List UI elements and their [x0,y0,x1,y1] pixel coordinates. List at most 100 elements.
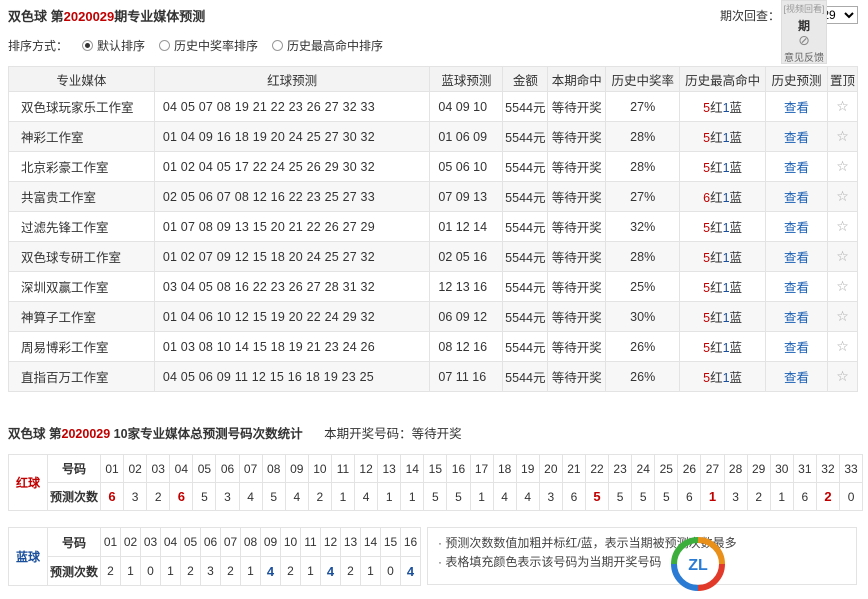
best-red-label: 红 [710,101,723,115]
media-name: 神算子工作室 [8,301,155,332]
star-icon[interactable]: ☆ [836,368,849,384]
ball-count: 1 [300,556,321,586]
history-cell: 查看 [765,331,828,362]
blue-prediction: 01 06 09 [429,121,504,152]
red-prediction: 01 03 08 10 14 15 18 19 21 23 24 26 [153,331,431,362]
sort-rate-radio[interactable]: 历史中奖率排序 [159,37,258,54]
star-icon[interactable]: ☆ [836,98,849,114]
view-history-link[interactable]: 查看 [784,281,809,295]
best-blue-label: 蓝 [729,161,743,175]
ball-number: 02 [123,454,148,483]
history-cell: 查看 [765,121,828,152]
ball-count: 5 [584,482,610,511]
star-icon[interactable]: ☆ [836,278,849,294]
ball-number: 16 [400,527,421,557]
ball-number: 09 [284,454,309,483]
history-rate: 26% [605,331,681,362]
stats-prefix: 第 [49,427,62,441]
stats-draw-label: 本期开奖号码：等待开奖 [324,427,462,441]
pin-cell: ☆ [826,121,859,152]
ball-number: 03 [146,454,171,483]
view-history-link[interactable]: 查看 [784,251,809,265]
ball-count: 6 [561,482,586,511]
table-row: 共富贵工作室 02 05 06 07 08 12 16 22 23 25 27 3… [8,181,859,212]
amount: 5544元 [502,361,549,392]
sort-default-radio[interactable]: 默认排序 [82,37,145,54]
view-history-link[interactable]: 查看 [784,221,809,235]
ball-count: 4 [260,556,281,586]
view-history-link[interactable]: 查看 [784,101,809,115]
ball-number: 11 [300,527,321,557]
hit-now: 等待开奖 [547,211,607,242]
view-history-link[interactable]: 查看 [784,371,809,385]
history-cell: 查看 [765,271,828,302]
ball-count: 4 [354,482,379,511]
view-history-link[interactable]: 查看 [784,161,809,175]
best-hit: 5红1蓝 [679,331,767,362]
best-blue-count: 1 [722,191,730,205]
hit-now: 等待开奖 [547,361,607,392]
amount: 5544元 [502,181,549,212]
amount: 5544元 [502,211,549,242]
col-hit-now: 本期命中 [547,66,607,92]
feedback-button[interactable]: [视频回看] 期 ⊘ 意见反馈 [781,0,827,64]
ball-number: 22 [584,454,610,483]
ball-number: 16 [446,454,471,483]
star-icon[interactable]: ☆ [836,188,849,204]
star-icon[interactable]: ☆ [836,338,849,354]
ball-count: 3 [200,556,221,586]
ball-count: 0 [140,556,161,586]
media-name: 双色球玩家乐工作室 [8,91,155,122]
watermark-logo-icon: ZL [671,537,725,591]
ball-count: 5 [608,482,633,511]
view-history-link[interactable]: 查看 [784,341,809,355]
blue-count-header: 预测次数 [47,556,101,586]
ball-number: 15 [423,454,448,483]
best-red-label: 红 [710,281,723,295]
ball-count: 2 [220,556,241,586]
history-rate: 28% [605,241,681,272]
ball-count: 3 [723,482,748,511]
table-row: 过滤先锋工作室 01 07 08 09 13 15 20 21 22 26 27 … [8,211,859,242]
view-history-link[interactable]: 查看 [784,131,809,145]
hit-now: 等待开奖 [547,241,607,272]
title-period: 2020029 [63,9,115,24]
red-count-row: 预测次数 632653454214115514436555561321620 [9,482,864,511]
ball-number: 26 [677,454,702,483]
ball-count: 1 [400,482,425,511]
star-icon[interactable]: ☆ [836,128,849,144]
ball-number: 27 [700,454,725,483]
ball-count: 1 [377,482,402,511]
ball-count: 4 [515,482,540,511]
ball-count: 0 [838,482,864,511]
pin-cell: ☆ [826,91,859,122]
pin-cell: ☆ [826,211,859,242]
best-blue-label: 蓝 [729,191,743,205]
star-icon[interactable]: ☆ [836,218,849,234]
view-history-link[interactable]: 查看 [784,191,809,205]
view-history-link[interactable]: 查看 [784,311,809,325]
col-pin: 置顶 [826,66,859,92]
best-blue-count: 1 [722,251,730,265]
best-blue-count: 1 [722,161,730,175]
ball-number: 01 [100,527,121,557]
star-icon[interactable]: ☆ [836,308,849,324]
col-best: 历史最高命中 [679,66,767,92]
best-blue-count: 1 [722,281,730,295]
amount: 5544元 [502,241,549,272]
ball-number: 13 [377,454,402,483]
history-rate: 32% [605,211,681,242]
stats-period: 2020029 [61,427,111,441]
sort-best-radio[interactable]: 历史最高命中排序 [272,37,383,54]
best-red-label: 红 [710,251,723,265]
red-prediction: 02 05 06 07 08 12 16 22 23 25 27 33 [153,181,431,212]
star-icon[interactable]: ☆ [836,248,849,264]
title-suffix: 期专业媒体预测 [114,9,206,24]
ball-count: 2 [746,482,771,511]
star-icon[interactable]: ☆ [836,158,849,174]
ball-number: 25 [654,454,679,483]
history-cell: 查看 [765,91,828,122]
ball-count: 1 [360,556,381,586]
red-prediction: 01 02 07 09 12 15 18 20 24 25 27 32 [153,241,431,272]
ball-number: 08 [240,527,261,557]
